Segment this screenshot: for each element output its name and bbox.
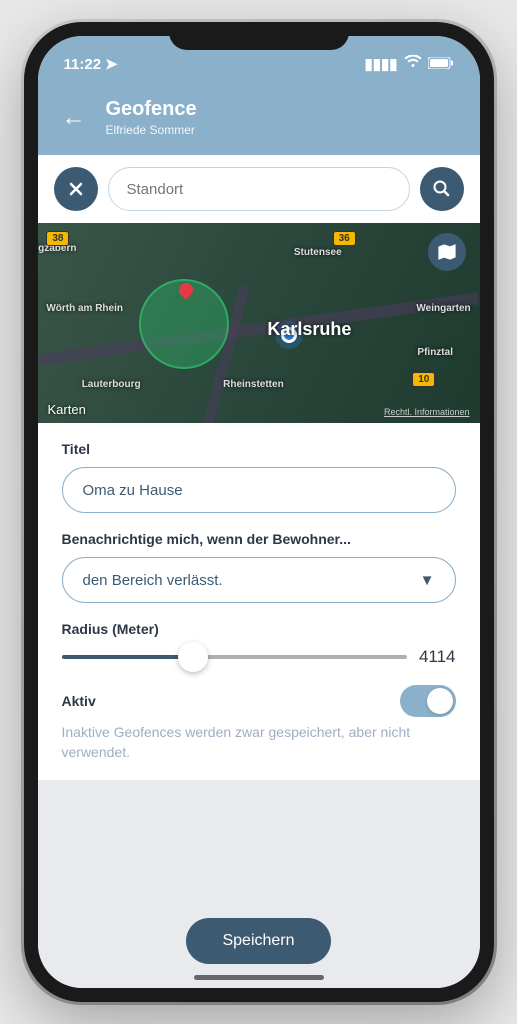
notify-value: den Bereich verlässt. (83, 572, 223, 589)
home-indicator[interactable] (194, 975, 324, 980)
notch (169, 22, 349, 50)
map-city-label: Stutensee (294, 247, 342, 258)
search-bar (38, 155, 480, 223)
map-route-badge: 10 (412, 372, 435, 387)
map-legal-link[interactable]: Rechtl. Informationen (384, 407, 470, 417)
map[interactable]: Karlsruhe Stutensee Wörth am Rhein ergza… (38, 223, 480, 423)
header: ← Geofence Elfriede Sommer (38, 84, 480, 155)
form-section: Titel Benachrichtige mich, wenn der Bewo… (38, 423, 480, 780)
map-city-label: Wörth am Rhein (46, 303, 123, 314)
clear-button[interactable] (54, 167, 98, 211)
signal-icon: ▮▮▮▮ (364, 55, 397, 73)
wifi-icon (404, 55, 422, 73)
map-city-label: Lauterbourg (82, 379, 141, 390)
save-button[interactable]: Speichern (186, 918, 330, 964)
title-label: Titel (62, 441, 456, 457)
active-label: Aktiv (62, 693, 96, 709)
phone-frame: 11:22 ➤ ▮▮▮▮ ← Geofence Elfriede Sommer (24, 22, 494, 1002)
title-input[interactable] (62, 467, 456, 513)
notify-select[interactable]: den Bereich verlässt. ▼ (62, 557, 456, 603)
map-city-label: Karlsruhe (267, 319, 351, 340)
status-time: 11:22 (64, 56, 102, 73)
map-city-label: Weingarten (416, 303, 470, 314)
search-button[interactable] (420, 167, 464, 211)
battery-icon (428, 56, 454, 73)
map-type-button[interactable] (428, 233, 466, 271)
page-subtitle: Elfriede Sommer (106, 123, 197, 137)
active-hint: Inaktive Geofences werden zwar gespeiche… (62, 723, 456, 762)
location-search-input[interactable] (108, 167, 410, 211)
radius-value: 4114 (419, 647, 456, 667)
screen: 11:22 ➤ ▮▮▮▮ ← Geofence Elfriede Sommer (38, 36, 480, 988)
active-toggle[interactable] (400, 685, 456, 717)
page-title: Geofence (106, 98, 197, 121)
map-city-label: Rheinstetten (223, 379, 284, 390)
slider-thumb[interactable] (178, 642, 208, 672)
map-route-badge: 38 (46, 231, 69, 246)
notify-label: Benachrichtige mich, wenn der Bewohner..… (62, 531, 456, 547)
map-city-label: Pfinztal (417, 347, 453, 358)
bottom-area: Speichern (38, 780, 480, 988)
back-arrow-icon[interactable]: ← (62, 104, 86, 132)
map-route-badge: 36 (333, 231, 356, 246)
location-icon: ➤ (105, 55, 118, 73)
chevron-down-icon: ▼ (420, 572, 435, 589)
map-attribution: Karten (48, 402, 86, 417)
radius-label: Radius (Meter) (62, 621, 456, 637)
radius-slider[interactable] (62, 655, 407, 659)
